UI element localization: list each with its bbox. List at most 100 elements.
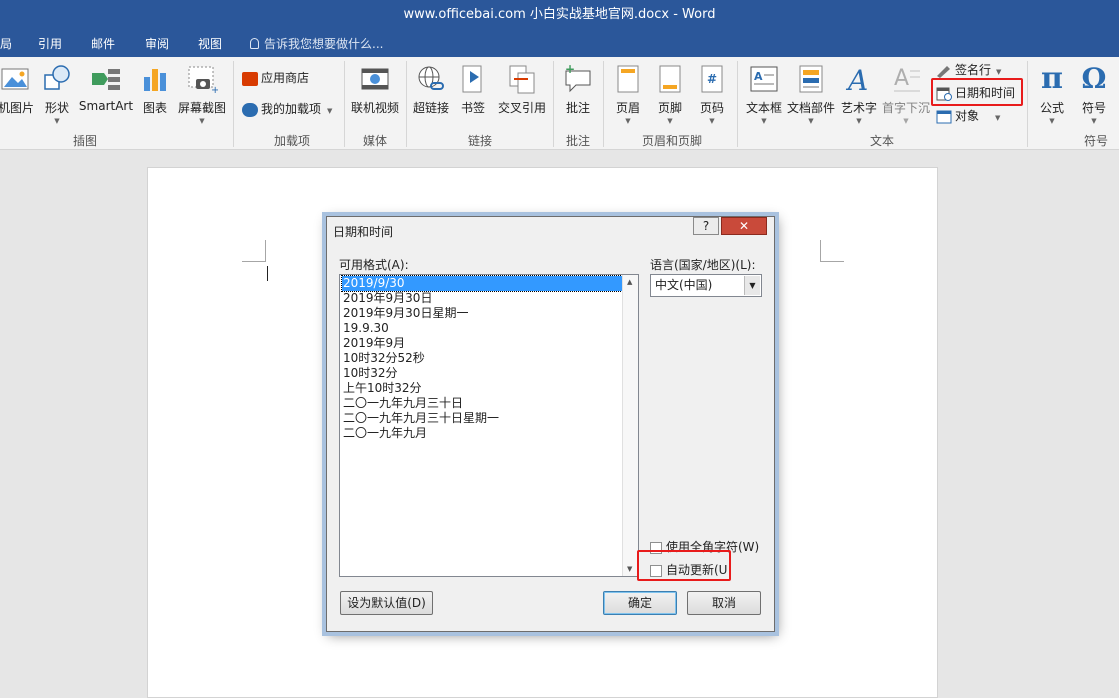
tell-me-box[interactable]: 告诉我您想要做什么...	[250, 35, 383, 52]
comment-icon: +	[562, 62, 594, 95]
tab-view[interactable]: 视图	[198, 35, 222, 52]
smartart-button[interactable]: SmartArt	[78, 61, 134, 127]
video-icon	[359, 63, 391, 95]
signature-line-label: 签名行	[955, 63, 992, 77]
group-divider	[553, 61, 554, 147]
omega-icon: Ω	[1081, 62, 1107, 95]
page-number-button[interactable]: # 页码 ▼	[694, 61, 730, 127]
signature-line-button[interactable]: 签名行 ▼	[936, 60, 1001, 80]
language-value: 中文(中国)	[655, 278, 713, 292]
date-time-dialog: 日期和时间 ? ✕ 可用格式(A): 2019/9/30 2019年9月30日 …	[326, 216, 775, 632]
lightbulb-icon	[250, 38, 259, 49]
dropcap-icon: A	[890, 63, 922, 95]
scroll-up-icon[interactable]: ▲	[627, 278, 632, 286]
format-item[interactable]: 2019年9月30日	[342, 291, 432, 306]
new-comment-button[interactable]: + 批注	[558, 61, 598, 127]
crop-mark-top-left	[242, 240, 266, 262]
online-pictures-button[interactable]: 机图片	[0, 61, 36, 127]
header-label: 页眉	[615, 101, 640, 115]
tab-references[interactable]: 引用	[38, 35, 62, 52]
crop-mark-top-right	[820, 240, 844, 262]
online-video-label: 联机视频	[350, 101, 399, 115]
shapes-button[interactable]: 形状 ▼	[40, 61, 74, 127]
group-divider	[233, 61, 234, 147]
help-button[interactable]: ?	[693, 217, 719, 235]
svg-text:+: +	[211, 85, 218, 95]
equation-button[interactable]: π 公式 ▼	[1032, 61, 1072, 127]
listbox-scrollbar[interactable]: ▲ ▼	[622, 275, 638, 576]
chevron-down-icon[interactable]: ▼	[744, 276, 760, 295]
footer-button[interactable]: 页脚 ▼	[652, 61, 688, 127]
page-number-label: 页码	[699, 101, 724, 115]
cross-reference-icon	[506, 63, 538, 95]
language-select[interactable]: 中文(中国) ▼	[650, 274, 762, 297]
format-item[interactable]: 10时32分	[342, 366, 398, 381]
picture-icon	[0, 63, 32, 95]
wordart-icon: A	[843, 63, 875, 97]
group-divider	[737, 61, 738, 147]
smartart-icon	[90, 63, 122, 95]
chevron-down-icon: ▼	[709, 117, 715, 125]
set-default-button[interactable]: 设为默认值(D)	[340, 591, 433, 615]
group-illustrations: 插图	[72, 134, 97, 148]
svg-text:A: A	[754, 70, 763, 83]
textbox-icon: A	[748, 63, 780, 95]
store-button[interactable]: 应用商店	[242, 68, 309, 88]
formats-listbox[interactable]: 2019/9/30 2019年9月30日 2019年9月30日星期一 19.9.…	[339, 274, 639, 577]
group-divider	[344, 61, 345, 147]
group-divider	[406, 61, 407, 147]
format-item[interactable]: 2019年9月	[342, 336, 405, 351]
format-item[interactable]: 10时32分52秒	[342, 351, 425, 366]
format-item[interactable]: 19.9.30	[342, 321, 389, 336]
globe-link-icon	[415, 63, 447, 95]
chevron-down-icon: ▼	[327, 107, 333, 115]
shapes-label: 形状	[44, 101, 69, 115]
symbol-button[interactable]: Ω 符号 ▼	[1074, 61, 1114, 127]
chevron-down-icon: ▼	[54, 117, 60, 125]
object-button[interactable]: 对象 ▼	[936, 106, 1000, 126]
tab-review[interactable]: 审阅	[145, 35, 169, 52]
format-item[interactable]: 二〇一九年九月	[342, 426, 427, 441]
group-links: 链接	[467, 134, 492, 148]
dropcap-button[interactable]: A 首字下沉 ▼	[880, 61, 932, 127]
page-number-icon: #	[696, 63, 728, 95]
format-item[interactable]: 二〇一九年九月三十日星期一	[342, 411, 499, 426]
header-button[interactable]: 页眉 ▼	[610, 61, 646, 127]
screenshot-label: 屏幕截图	[177, 101, 226, 115]
cross-reference-button[interactable]: 交叉引用	[494, 61, 550, 127]
hyperlink-label: 超链接	[412, 101, 449, 115]
signature-icon	[936, 64, 952, 78]
chevron-down-icon: ▼	[995, 114, 1001, 122]
textbox-button[interactable]: A 文本框 ▼	[744, 61, 784, 127]
group-header-footer: 页眉和页脚	[641, 134, 702, 148]
bookmark-icon	[457, 63, 489, 95]
close-button[interactable]: ✕	[721, 217, 767, 235]
chart-button[interactable]: 图表	[138, 61, 172, 127]
my-addins-button[interactable]: 我的加载项 ▼	[242, 99, 332, 119]
quick-parts-button[interactable]: 文档部件 ▼	[786, 61, 836, 127]
cancel-button[interactable]: 取消	[687, 591, 761, 615]
format-item[interactable]: 二〇一九年九月三十日	[342, 396, 463, 411]
screenshot-button[interactable]: + 屏幕截图 ▼	[176, 61, 228, 127]
ribbon-tabs: 局 引用 邮件 审阅 视图 告诉我您想要做什么...	[0, 30, 1119, 57]
chart-label: 图表	[142, 101, 167, 115]
tab-mailings[interactable]: 邮件	[91, 35, 115, 52]
format-item-selected[interactable]: 2019/9/30	[341, 275, 623, 292]
window-title: www.officebai.com 小白实战基地官网.docx - Word	[0, 0, 1119, 30]
bookmark-button[interactable]: 书签	[456, 61, 490, 127]
highlight-box-date-time	[931, 78, 1023, 106]
online-video-button[interactable]: 联机视频	[348, 61, 402, 127]
ribbon: 机图片 形状 ▼ SmartArt 图表 + 屏幕截图 ▼ 插图 应用商店 我的…	[0, 57, 1119, 150]
format-item[interactable]: 2019年9月30日星期一	[342, 306, 468, 321]
chevron-down-icon: ▼	[1091, 117, 1097, 125]
wordart-button[interactable]: A 艺术字 ▼	[838, 61, 880, 127]
ok-button[interactable]: 确定	[603, 591, 677, 615]
format-item[interactable]: 上午10时32分	[342, 381, 422, 396]
group-divider	[603, 61, 604, 147]
hyperlink-button[interactable]: 超链接	[410, 61, 452, 127]
highlight-box-auto-update	[637, 550, 731, 581]
tab-layout[interactable]: 局	[0, 35, 12, 52]
chevron-down-icon: ▼	[856, 117, 862, 125]
scroll-down-icon[interactable]: ▼	[627, 565, 632, 573]
comment-label: 批注	[565, 101, 590, 115]
